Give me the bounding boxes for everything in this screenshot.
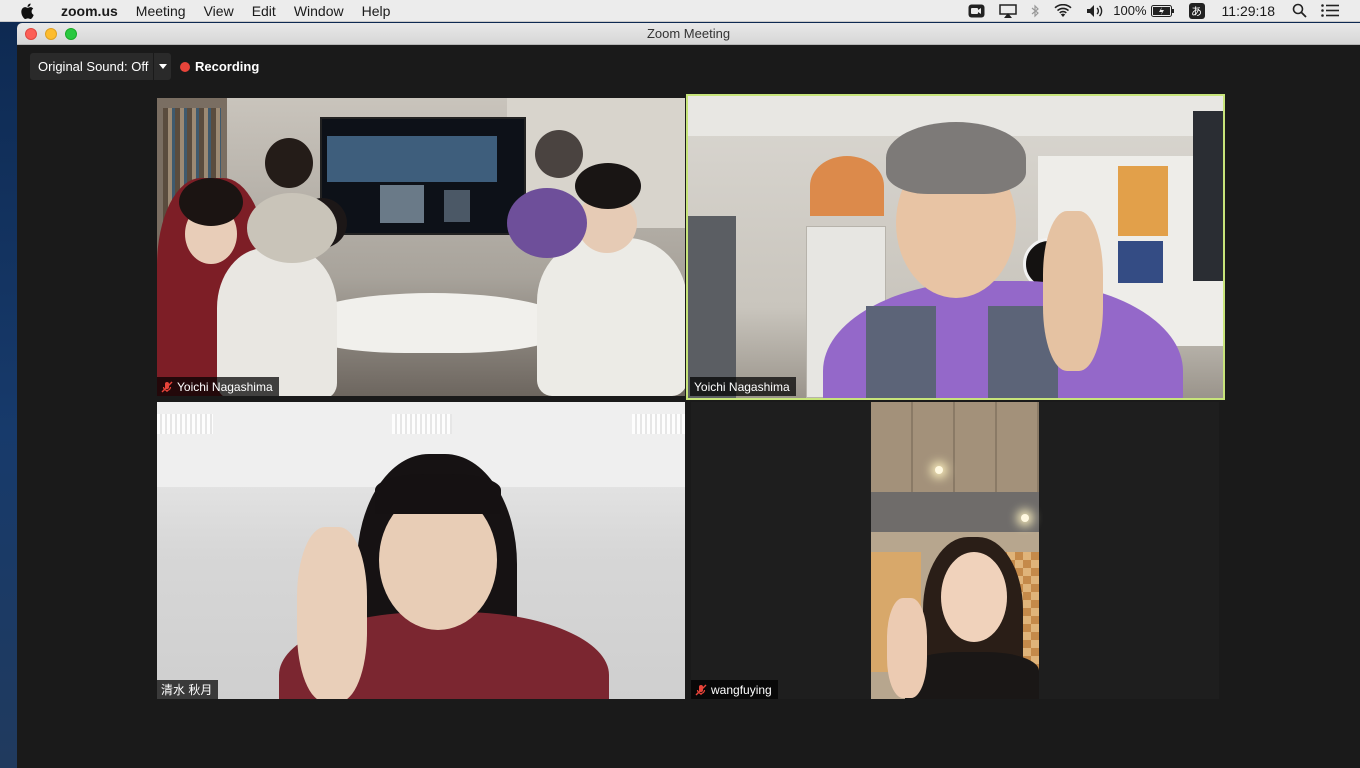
apple-icon[interactable] (20, 3, 38, 19)
window-fullscreen-button[interactable] (65, 28, 77, 40)
menu-help[interactable]: Help (353, 0, 400, 22)
battery-percent: 100% (1113, 3, 1147, 18)
notification-center-icon[interactable] (1321, 0, 1339, 22)
input-method-icon[interactable]: あ (1188, 0, 1205, 22)
recording-dot-icon (180, 61, 190, 72)
window-minimize-button[interactable] (45, 28, 57, 40)
video-tile-participant-4[interactable]: wangfuying (691, 402, 1219, 699)
bluetooth-icon[interactable] (1031, 0, 1040, 22)
airplay-icon[interactable] (999, 0, 1018, 22)
window-titlebar[interactable]: Zoom Meeting (17, 23, 1360, 45)
participant-3-name-tag: 清水 秋月 (157, 680, 219, 699)
menu-edit[interactable]: Edit (243, 0, 285, 22)
microphone-muted-icon (695, 684, 707, 696)
participant-4-name-tag: wangfuying (691, 680, 778, 699)
participant-1-name: Yoichi Nagashima (177, 379, 273, 394)
window-close-button[interactable] (25, 28, 37, 40)
recording-indicator[interactable]: Recording (180, 59, 259, 74)
wifi-icon[interactable] (1054, 0, 1072, 22)
original-sound-button[interactable]: Original Sound: Off (30, 53, 171, 80)
battery-icon[interactable] (1150, 0, 1175, 22)
microphone-muted-icon (161, 381, 173, 393)
zoom-camera-icon[interactable] (968, 0, 985, 22)
participant-2-name-tag: Yoichi Nagashima (690, 377, 796, 396)
spotlight-search-icon[interactable] (1292, 0, 1307, 22)
chevron-down-icon[interactable] (153, 53, 171, 80)
meeting-content: Original Sound: Off Recording Yoichi Nag… (17, 45, 1360, 768)
participant-4-name: wangfuying (711, 682, 772, 697)
menu-window[interactable]: Window (285, 0, 353, 22)
participant-2-name: Yoichi Nagashima (694, 379, 790, 394)
window-title: Zoom Meeting (646, 26, 731, 41)
video-tile-participant-3[interactable]: 清水 秋月 (157, 402, 685, 699)
menu-meeting[interactable]: Meeting (127, 0, 195, 22)
menubar-clock[interactable]: 11:29:18 (1222, 3, 1275, 19)
menu-view[interactable]: View (195, 0, 243, 22)
menu-bar: zoom.us Meeting View Edit Window Help 10… (0, 0, 1360, 22)
zoom-meeting-window: Zoom Meeting Original Sound: Off Recordi… (17, 23, 1360, 768)
participant-1-name-tag: Yoichi Nagashima (157, 377, 279, 396)
menu-app-zoom[interactable]: zoom.us (52, 0, 127, 22)
video-tile-participant-2-active-speaker[interactable]: Yoichi Nagashima (686, 94, 1225, 400)
volume-icon[interactable] (1086, 0, 1106, 22)
participant-3-name: 清水 秋月 (161, 683, 213, 697)
video-tile-participant-1[interactable]: Yoichi Nagashima (157, 98, 685, 396)
original-sound-label: Original Sound: Off (38, 59, 149, 74)
recording-label: Recording (195, 59, 260, 74)
